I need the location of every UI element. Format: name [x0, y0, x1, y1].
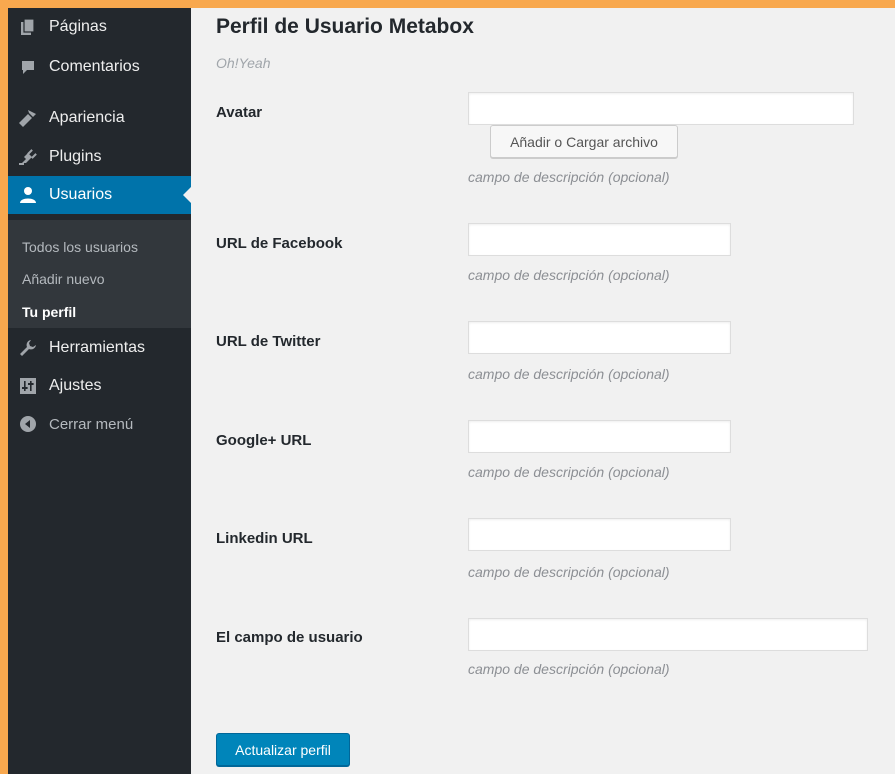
linkedin-url-description: campo de descripción (opcional) [468, 564, 670, 580]
twitter-url-description: campo de descripción (opcional) [468, 366, 670, 382]
menu-item-label: Ajustes [49, 377, 102, 394]
menu-item-ajustes[interactable]: Ajustes [8, 367, 191, 405]
menu-item-comentarios[interactable]: Comentarios [8, 48, 191, 86]
avatar-description: campo de descripción (opcional) [468, 169, 670, 185]
menu-item-label: Herramientas [49, 339, 146, 356]
menu-item-label: Páginas [49, 18, 107, 35]
menu-item-herramientas[interactable]: Herramientas [8, 329, 191, 367]
menu-item-label: Plugins [49, 148, 102, 165]
menu-item-label: Comentarios [49, 58, 140, 75]
google-plus-url-input[interactable] [468, 420, 731, 453]
user-field-description: campo de descripción (opcional) [468, 661, 670, 677]
user-field-input[interactable] [468, 618, 868, 651]
tools-icon [18, 338, 38, 358]
admin-sidebar: Páginas Comentarios Apariencia Plugins U [8, 8, 191, 774]
menu-item-label: Cerrar menú [49, 415, 134, 433]
user-field-label: El campo de usuario [216, 629, 363, 646]
menu-item-apariencia[interactable]: Apariencia [8, 99, 191, 137]
google-plus-url-description: campo de descripción (opcional) [468, 464, 670, 480]
submenu-item-todos-los-usuarios[interactable]: Todos los usuarios [22, 239, 138, 255]
wp-admin-window: Páginas Comentarios Apariencia Plugins U [8, 8, 895, 774]
comments-icon [18, 57, 38, 77]
twitter-url-label: URL de Twitter [216, 333, 321, 350]
google-plus-url-label: Google+ URL [216, 432, 312, 449]
menu-item-plugins[interactable]: Plugins [8, 138, 191, 176]
twitter-url-input[interactable] [468, 321, 731, 354]
upload-file-button[interactable]: Añadir o Cargar archivo [490, 125, 678, 158]
page-subtitle: Oh!Yeah [216, 55, 271, 71]
menu-item-paginas[interactable]: Páginas [8, 8, 191, 46]
plugins-icon [18, 147, 38, 167]
facebook-url-description: campo de descripción (opcional) [468, 267, 670, 283]
menu-item-cerrar-menu[interactable]: Cerrar menú [8, 405, 191, 443]
appearance-icon [18, 108, 38, 128]
submenu-item-tu-perfil[interactable]: Tu perfil [22, 304, 76, 320]
submenu-item-anadir-nuevo[interactable]: Añadir nuevo [22, 271, 105, 287]
menu-item-label: Usuarios [49, 186, 113, 203]
update-profile-button[interactable]: Actualizar perfil [216, 733, 350, 766]
settings-icon [18, 376, 38, 396]
main-content: Perfil de Usuario Metabox Oh!Yeah Avatar… [191, 8, 895, 774]
avatar-label: Avatar [216, 104, 263, 121]
page-title: Perfil de Usuario Metabox [216, 15, 474, 38]
menu-item-usuarios[interactable]: Usuarios [8, 176, 191, 214]
linkedin-url-input[interactable] [468, 518, 731, 551]
facebook-url-label: URL de Facebook [216, 235, 343, 252]
users-icon [18, 185, 38, 205]
pages-icon [18, 17, 38, 37]
menu-item-label: Apariencia [49, 109, 125, 126]
linkedin-url-label: Linkedin URL [216, 530, 313, 547]
avatar-input[interactable] [468, 92, 854, 125]
facebook-url-input[interactable] [468, 223, 731, 256]
collapse-menu-icon [18, 414, 38, 434]
users-submenu: Todos los usuarios Añadir nuevo Tu perfi… [8, 220, 191, 328]
